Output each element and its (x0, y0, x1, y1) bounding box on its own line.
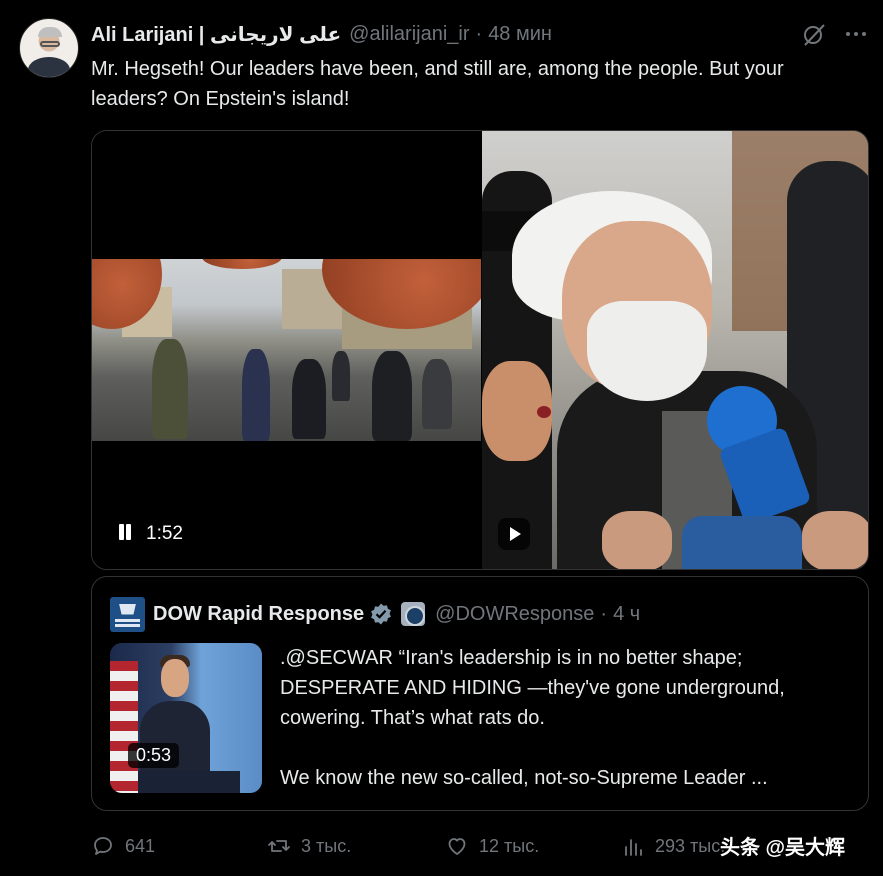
video-player[interactable]: 1:52 (92, 131, 481, 569)
tweet-time[interactable]: 48 мин (488, 23, 552, 46)
reply-count: 641 (125, 835, 156, 856)
avatar-glasses (40, 41, 60, 47)
rapid-response-logo[interactable] (110, 596, 145, 632)
quote-author-handle[interactable]: @DOWResponse (435, 603, 594, 626)
seal-icon (401, 602, 426, 626)
quote-author-name[interactable]: DOW Rapid Response (153, 603, 364, 626)
quote-video-thumbnail[interactable]: 0:53 (110, 643, 262, 793)
video-time: 1:52 (146, 523, 183, 544)
quote-separator: · (600, 602, 608, 625)
reply-icon (94, 837, 112, 855)
like-icon (448, 838, 466, 855)
verified-icon (371, 603, 392, 625)
quote-header: DOW Rapid Response @DOWResponse · 4 ч (110, 596, 640, 632)
like-button[interactable]: 12 тыс. (445, 830, 539, 862)
views-button[interactable]: 293 тыс. (621, 830, 725, 862)
views-icon (625, 839, 642, 856)
repost-icon (268, 840, 290, 852)
watermark: 头条 @吴大辉 (720, 837, 846, 859)
author-handle[interactable]: @alilarijani_ir (349, 23, 469, 46)
media-image-cleric[interactable] (482, 131, 868, 569)
quote-video-duration: 0:53 (128, 743, 180, 768)
quote-time[interactable]: 4 ч (613, 603, 640, 626)
avatar[interactable] (19, 18, 79, 78)
quoted-tweet[interactable]: DOW Rapid Response @DOWResponse · 4 ч 0:… (91, 576, 869, 811)
repost-count: 3 тыс. (301, 835, 352, 856)
tweet-header: Ali Larijani | علی لاریجانی @alilarijani… (91, 21, 552, 47)
like-count: 12 тыс. (479, 835, 540, 856)
avatar-hair (38, 27, 62, 37)
author-name[interactable]: Ali Larijani | علی لاریجانی (91, 22, 341, 47)
play-icon[interactable] (498, 518, 530, 550)
reply-button[interactable]: 641 (91, 830, 155, 862)
grok-icon[interactable] (801, 22, 827, 48)
header-separator: · (475, 22, 483, 45)
repost-button[interactable]: 3 тыс. (267, 830, 351, 862)
media-grid: 1:52 (91, 130, 869, 570)
quote-text: .@SECWAR “Iran's leadership is in no bet… (280, 647, 785, 789)
flag-image (110, 661, 138, 793)
tweet-text: Mr. Hegseth! Our leaders have been, and … (91, 58, 790, 110)
pause-icon[interactable] (117, 524, 133, 542)
views-count: 293 тыс. (655, 835, 726, 856)
more-icon[interactable] (844, 24, 868, 44)
video-frame-street (92, 259, 481, 441)
